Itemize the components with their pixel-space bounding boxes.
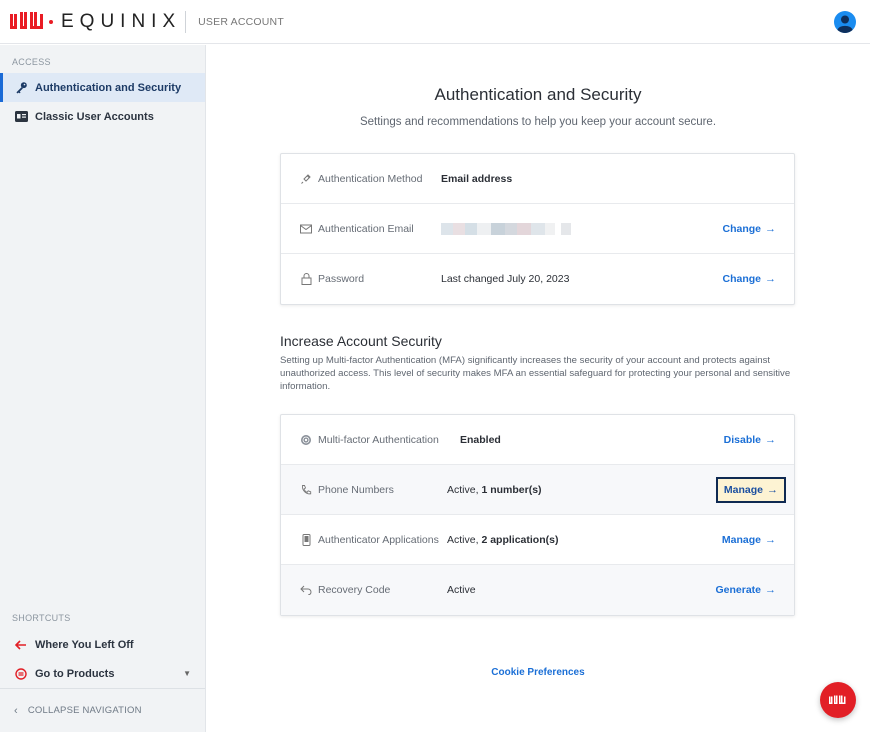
arrow-right-icon: →: [765, 222, 776, 235]
chat-support-button[interactable]: [820, 682, 856, 718]
products-icon: [14, 667, 28, 681]
change-email-button[interactable]: Change →: [722, 223, 776, 235]
change-password-button[interactable]: Change →: [722, 273, 776, 285]
row-value-prefix: Active,: [447, 533, 482, 546]
arrow-right-icon: →: [767, 483, 778, 496]
row-label-wrap: Authenticator Applications: [281, 533, 447, 546]
equinix-logo-mark-icon: [829, 695, 846, 704]
shortcut-label: Where You Left Off: [35, 638, 134, 651]
row-value: Email address: [441, 172, 513, 185]
row-authentication-method: Authentication Method Email address: [281, 154, 794, 204]
redacted-email: [441, 222, 571, 235]
row-label-wrap: Password: [281, 273, 441, 285]
shortcut-where-you-left-off[interactable]: Where You Left Off: [0, 630, 205, 659]
page-subtitle: Settings and recommendations to help you…: [359, 116, 717, 128]
user-avatar[interactable]: [834, 11, 856, 33]
row-label: Password: [318, 273, 365, 285]
logo-dot: [49, 19, 53, 24]
sidebar-bottom: SHORTCUTS Where You Left Off Go to Produ…: [0, 613, 205, 732]
row-label: Authenticator Applications: [318, 533, 439, 546]
row-value-bold: 1 number(s): [481, 483, 542, 496]
row-label-wrap: Recovery Code: [281, 584, 447, 596]
row-recovery-code: Recovery Code Active Generate →: [281, 565, 794, 615]
row-label-wrap: Authentication Method: [281, 173, 441, 185]
main-content: Authentication and Security Settings and…: [206, 45, 870, 732]
row-mfa: Multi-factor Authentication Enabled Disa…: [281, 415, 794, 465]
mfa-card: Multi-factor Authentication Enabled Disa…: [280, 414, 795, 616]
row-value-bold: Enabled: [460, 433, 501, 446]
action-label: Manage: [721, 533, 761, 546]
lock-icon: [300, 273, 312, 285]
row-value: Enabled: [460, 434, 501, 446]
id-card-icon: [14, 110, 28, 124]
sidebar-item-authentication-security[interactable]: Authentication and Security: [0, 73, 205, 102]
collapse-navigation-label: COLLAPSE NAVIGATION: [27, 705, 142, 716]
row-label: Recovery Code: [318, 584, 391, 596]
top-header: EQUINIX USER ACCOUNT: [0, 0, 870, 44]
disable-mfa-button[interactable]: Disable →: [724, 434, 776, 446]
caret-down-icon: ▼: [183, 669, 191, 678]
action-label: Manage: [723, 483, 763, 496]
header-divider: [185, 10, 187, 33]
brand-name: EQUINIX: [61, 10, 182, 32]
arrow-right-icon: →: [765, 584, 776, 596]
page-title: Authentication and Security: [434, 85, 642, 104]
collapse-navigation-button[interactable]: ‹ COLLAPSE NAVIGATION: [0, 688, 205, 732]
row-value-bold: 2 application(s): [481, 533, 559, 546]
header-section-label: USER ACCOUNT: [198, 15, 284, 28]
arrow-right-icon: →: [765, 433, 776, 446]
user-icon: [837, 15, 853, 33]
equinix-logo-mark-icon: [10, 11, 43, 29]
arrow-left-icon: [14, 638, 28, 652]
row-value: Active: [447, 584, 476, 596]
row-password: Password Last changed July 20, 2023 Chan…: [281, 254, 794, 304]
arrow-right-icon: →: [765, 273, 776, 285]
sidebar-navigation: ACCESS Authentication and Security Class…: [0, 45, 206, 732]
sidebar-section-shortcuts: SHORTCUTS: [12, 613, 71, 623]
row-label-wrap: Authentication Email: [281, 223, 441, 235]
row-value: Last changed July 20, 2023: [441, 273, 570, 285]
manage-authenticator-apps-button[interactable]: Manage →: [722, 534, 776, 546]
row-value-prefix: Active,: [447, 483, 482, 496]
sidebar-section-access: ACCESS: [12, 57, 51, 67]
row-value: Active, 2 application(s): [447, 534, 558, 546]
recovery-icon: [300, 584, 312, 596]
action-label: Change: [722, 273, 761, 285]
row-authentication-email: Authentication Email Change →: [281, 204, 794, 254]
row-label: Multi-factor Authentication: [318, 433, 439, 446]
equinix-logo[interactable]: EQUINIX: [10, 11, 181, 33]
link-icon: [300, 173, 312, 185]
row-label: Authentication Email: [318, 222, 414, 235]
row-value-prefix: Active: [447, 584, 476, 596]
key-icon: [14, 81, 28, 95]
sidebar-item-classic-user-accounts[interactable]: Classic User Accounts: [0, 102, 205, 131]
row-label-wrap: Phone Numbers: [281, 484, 447, 496]
action-label: Generate: [715, 584, 761, 596]
shortcut-go-to-products[interactable]: Go to Products ▼: [0, 659, 205, 688]
action-label: Disable: [723, 433, 761, 446]
cookie-preferences-link[interactable]: Cookie Preferences: [206, 667, 870, 678]
sidebar-item-label: Authentication and Security: [35, 81, 182, 94]
generate-recovery-code-button[interactable]: Generate →: [715, 584, 776, 596]
section-title: Increase Account Security: [280, 333, 442, 349]
mobile-icon: [300, 533, 312, 546]
phone-icon: [300, 484, 312, 496]
shortcut-label: Go to Products: [35, 667, 115, 680]
authentication-card: Authentication Method Email address Auth…: [280, 153, 795, 305]
chevron-left-icon: ‹: [14, 704, 18, 717]
row-phone-numbers: Phone Numbers Active, 1 number(s) Manage…: [281, 465, 794, 515]
envelope-icon: [300, 223, 312, 235]
row-label: Authentication Method: [318, 172, 423, 185]
action-label: Change: [722, 222, 761, 235]
manage-phone-numbers-button[interactable]: Manage →: [715, 476, 786, 503]
row-label-wrap: Multi-factor Authentication: [281, 434, 460, 446]
sidebar-item-label: Classic User Accounts: [35, 110, 154, 123]
row-authenticator-applications: Authenticator Applications Active, 2 app…: [281, 515, 794, 565]
row-value: Active, 1 number(s): [447, 484, 542, 496]
arrow-right-icon: →: [765, 533, 776, 546]
fingerprint-icon: [300, 434, 312, 446]
section-description: Setting up Multi-factor Authentication (…: [280, 355, 791, 392]
row-label: Phone Numbers: [318, 483, 394, 496]
